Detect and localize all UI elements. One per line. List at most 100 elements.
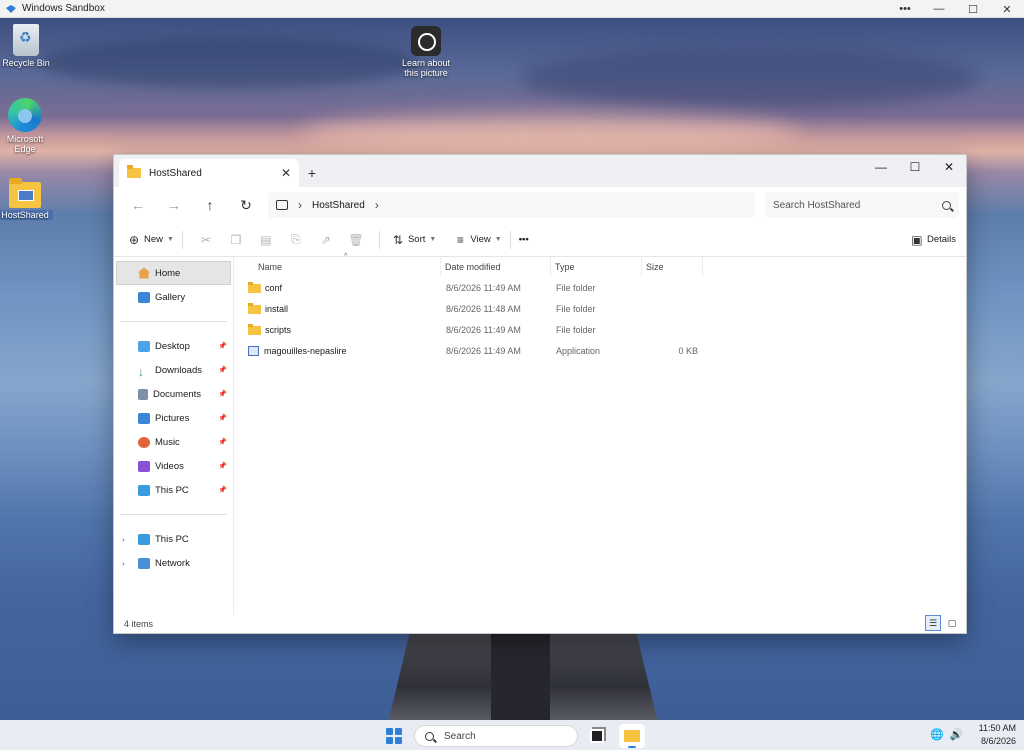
learn-label: Learn about this picture xyxy=(401,58,451,78)
sidebar-item-label: Music xyxy=(155,436,180,448)
chevron-right-icon[interactable]: › xyxy=(298,198,302,212)
close-button[interactable]: ✕ xyxy=(932,157,966,177)
pin-icon[interactable]: 📌 xyxy=(218,486,227,494)
folder-icon xyxy=(127,165,141,178)
file-date: 8/6/2026 11:48 AM xyxy=(446,303,521,314)
tree-item-this-pc[interactable]: › This PC xyxy=(114,527,233,551)
up-button[interactable]: ↑ xyxy=(192,191,228,219)
folder-icon xyxy=(9,178,41,208)
paste-icon[interactable]: ▤ xyxy=(251,228,281,252)
maximize-button[interactable]: ☐ xyxy=(898,157,932,177)
file-list: ^ Name Date modified Type Size conf 8/6/… xyxy=(234,253,966,615)
taskbar-search[interactable]: Search xyxy=(414,725,578,747)
sidebar-item-gallery[interactable]: Gallery xyxy=(114,285,233,309)
desktop-icon-edge[interactable]: Microsoft Edge xyxy=(0,98,53,154)
desktop-icon-recycle-bin[interactable]: Recycle Bin xyxy=(0,24,54,68)
pin-icon[interactable]: 📌 xyxy=(218,342,227,350)
desktop-icon-label: HostShared xyxy=(0,210,53,220)
sidebar-item-pictures[interactable]: Pictures 📌 xyxy=(114,406,233,430)
sidebar-item-documents[interactable]: Documents 📌 xyxy=(114,382,233,406)
sandbox-maximize-button[interactable]: ☐ xyxy=(956,0,990,18)
tab-close-icon[interactable]: ✕ xyxy=(281,166,291,180)
command-bar: ⊕ New ▼ ✂ ❐ ▤ ⎘ ⇗ 🗑 ⇅ Sort ▼ ≡ View ▼ ••… xyxy=(114,223,966,257)
sidebar-item-music[interactable]: Music 📌 xyxy=(114,430,233,454)
sort-button[interactable]: ⇅ Sort ▼ xyxy=(388,228,436,252)
desktop-icon-hostshared[interactable]: HostShared xyxy=(0,178,53,220)
gallery-icon xyxy=(138,291,150,303)
divider xyxy=(120,514,227,515)
pin-icon[interactable]: 📌 xyxy=(218,414,227,422)
table-row[interactable]: magouilles-nepaslire 8/6/2026 11:49 AM A… xyxy=(234,340,966,361)
details-label: Details xyxy=(926,234,956,245)
address-bar[interactable]: › HostShared › xyxy=(268,192,755,218)
column-header-name[interactable]: Name xyxy=(234,257,441,277)
tree-item-network[interactable]: › Network xyxy=(114,551,233,575)
download-icon: ↓ xyxy=(138,364,144,379)
rename-icon[interactable]: ⎘ xyxy=(281,228,311,252)
desktop-icon-label: Recycle Bin xyxy=(2,58,50,68)
copy-icon[interactable]: ❐ xyxy=(221,228,251,252)
view-icon: ≡ xyxy=(456,232,464,247)
file-type: File folder xyxy=(556,324,596,335)
details-pane-icon: ▣ xyxy=(911,232,923,247)
file-date: 8/6/2026 11:49 AM xyxy=(446,282,521,293)
sidebar-item-label: Desktop xyxy=(155,340,190,352)
clock[interactable]: 11:50 AM 8/6/2026 xyxy=(979,722,1016,748)
globe-icon[interactable]: 🌐 xyxy=(930,728,944,741)
share-icon[interactable]: ⇗ xyxy=(311,228,341,252)
tab-hostshared[interactable]: HostShared ✕ xyxy=(119,159,299,187)
file-explorer-window: HostShared ✕ + — ☐ ✕ ← → ↑ ↻ › HostShare… xyxy=(113,154,967,634)
sidebar-item-label: Documents xyxy=(153,388,202,400)
back-button[interactable]: ← xyxy=(120,191,156,219)
table-row[interactable]: install 8/6/2026 11:48 AM File folder xyxy=(234,298,966,319)
sidebar-item-desktop[interactable]: Desktop 📌 xyxy=(114,334,233,358)
chevron-right-icon[interactable]: › xyxy=(122,535,125,544)
item-count: 4 items xyxy=(124,619,154,629)
pin-icon[interactable]: 📌 xyxy=(218,390,227,398)
sidebar-item-home[interactable]: Home xyxy=(116,261,231,285)
pin-icon[interactable]: 📌 xyxy=(218,462,227,470)
delete-icon[interactable]: 🗑 xyxy=(341,228,371,252)
file-explorer-taskbar-icon[interactable] xyxy=(619,724,645,748)
sidebar-item-videos[interactable]: Videos 📌 xyxy=(114,454,233,478)
forward-button[interactable]: → xyxy=(156,191,192,219)
sidebar-item-this-pc[interactable]: This PC 📌 xyxy=(114,478,233,502)
details-button[interactable]: ▣ Details xyxy=(907,228,956,252)
task-view-icon[interactable] xyxy=(590,729,604,743)
minimize-button[interactable]: — xyxy=(864,157,898,177)
sidebar-item-label: This PC xyxy=(155,484,189,496)
column-header-size[interactable]: Size xyxy=(642,257,703,277)
start-button[interactable] xyxy=(386,728,402,744)
volume-icon[interactable]: 🔊 xyxy=(950,728,964,741)
sandbox-titlebar: Windows Sandbox ••• — ☐ ✕ xyxy=(0,0,1024,18)
this-pc-icon xyxy=(138,533,150,545)
pin-icon[interactable]: 📌 xyxy=(218,366,227,374)
table-row[interactable]: scripts 8/6/2026 11:49 AM File folder xyxy=(234,319,966,340)
new-tab-button[interactable]: + xyxy=(299,159,325,187)
file-name: conf xyxy=(265,282,283,293)
pin-icon[interactable]: 📌 xyxy=(218,438,227,446)
tiles-view-icon[interactable]: ▢ xyxy=(944,615,960,631)
details-view-icon[interactable]: ☰ xyxy=(925,615,941,631)
new-button[interactable]: ⊕ New ▼ xyxy=(124,228,174,252)
home-icon xyxy=(138,267,150,279)
sidebar-item-downloads[interactable]: ↓ Downloads 📌 xyxy=(114,358,233,382)
column-header-date[interactable]: Date modified xyxy=(441,257,551,277)
chevron-right-icon[interactable]: › xyxy=(375,198,379,212)
view-button[interactable]: ≡ View ▼ xyxy=(450,228,502,252)
sort-indicator-icon: ^ xyxy=(344,253,348,260)
more-options-button[interactable]: ••• xyxy=(519,234,529,245)
learn-about-picture[interactable]: Learn about this picture xyxy=(396,26,456,78)
chevron-right-icon[interactable]: › xyxy=(122,559,125,568)
cut-icon[interactable]: ✂ xyxy=(191,228,221,252)
file-size: 0 KB xyxy=(678,345,698,356)
refresh-button[interactable]: ↻ xyxy=(228,191,264,219)
sandbox-more-button[interactable]: ••• xyxy=(888,0,922,18)
column-header-type[interactable]: Type xyxy=(551,257,642,277)
sandbox-minimize-button[interactable]: — xyxy=(922,0,956,18)
search-input[interactable]: Search HostShared xyxy=(765,192,959,218)
breadcrumb-hostshared[interactable]: HostShared xyxy=(312,200,365,211)
sandbox-close-button[interactable]: ✕ xyxy=(990,0,1024,18)
explorer-body: Home Gallery Desktop 📌 ↓ Downloads 📌 Doc… xyxy=(114,253,966,615)
table-row[interactable]: conf 8/6/2026 11:49 AM File folder xyxy=(234,277,966,298)
